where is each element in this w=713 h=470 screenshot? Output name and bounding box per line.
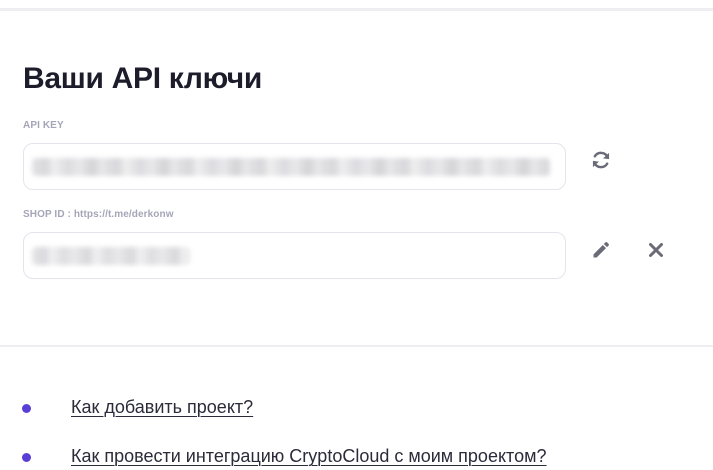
refresh-api-key-button[interactable]	[587, 146, 615, 174]
list-item: Как провести интеграцию CryptoCloud с мо…	[0, 446, 713, 470]
api-key-field[interactable]	[23, 143, 566, 190]
api-key-value-masked	[32, 158, 550, 176]
section-divider	[0, 345, 713, 347]
bullet-icon	[22, 404, 31, 413]
pencil-icon	[591, 240, 611, 260]
page-title: Ваши API ключи	[23, 62, 263, 95]
api-key-label: API KEY	[23, 120, 64, 131]
shop-id-label: SHOP ID : https://t.me/derkonw	[23, 209, 174, 220]
close-icon	[648, 242, 664, 258]
help-link-integration[interactable]: Как провести интеграцию CryptoCloud с мо…	[71, 446, 546, 467]
bullet-icon	[22, 453, 31, 462]
list-item: Как добавить проект?	[0, 397, 713, 425]
help-link-add-project[interactable]: Как добавить проект?	[71, 397, 253, 418]
shop-id-value-masked	[32, 247, 190, 265]
delete-shop-id-button[interactable]	[642, 236, 670, 264]
edit-shop-id-button[interactable]	[587, 236, 615, 264]
refresh-icon	[590, 149, 612, 171]
shop-id-field[interactable]	[23, 232, 566, 279]
